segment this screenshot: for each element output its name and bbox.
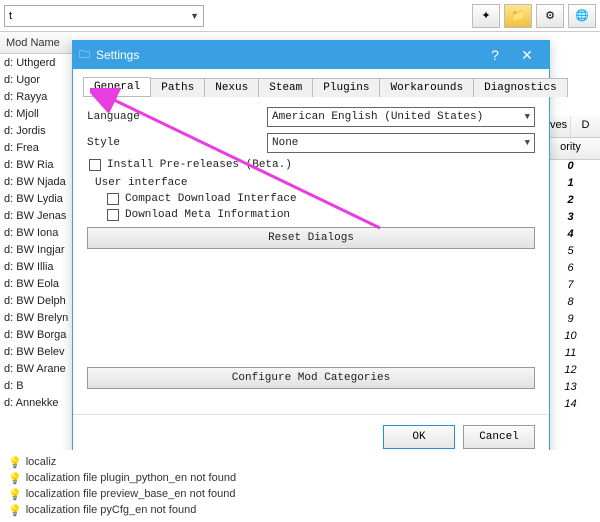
list-item[interactable]: d: BW Eola [0,275,74,292]
install-prerelease-label: Install Pre-releases (Beta.) [107,159,292,171]
list-item[interactable]: d: BW Arane [0,360,74,377]
list-item[interactable]: d: Mjoll [0,105,74,122]
mod-list: d: Uthgerd d: Ugor d: Rayya d: Mjoll d: … [0,54,74,411]
main-toolbar: t ▼ ✦ 📁 ⚙ 🌐 [0,0,600,32]
wand-icon: ✦ [481,9,490,22]
tab-steam[interactable]: Steam [258,78,313,97]
toolbar-wand-button[interactable]: ✦ [472,4,500,28]
close-icon: ✕ [521,47,533,64]
tab-nexus[interactable]: Nexus [204,78,259,97]
dialog-content: Language American English (United States… [73,97,549,414]
profile-combo-value: t [9,10,12,22]
language-label: Language [87,111,267,123]
toolbar-folder-button[interactable]: 📁 [504,4,532,28]
list-item[interactable]: d: BW Delph [0,292,74,309]
cancel-button[interactable]: Cancel [463,425,535,449]
list-item[interactable]: d: BW Belev [0,343,74,360]
tab-plugins[interactable]: Plugins [312,78,380,97]
compact-download-label: Compact Download Interface [125,193,297,205]
log-line: 💡localiz [8,454,592,470]
ok-button[interactable]: OK [383,425,455,449]
list-item[interactable]: d: Rayya [0,88,74,105]
user-interface-label: User interface [95,177,535,189]
log-line: 💡localization file preview_base_en not f… [8,486,592,502]
tab-bar: General Paths Nexus Steam Plugins Workar… [83,77,539,97]
gear-icon: ⚙ [545,9,555,22]
list-item[interactable]: d: BW Njada [0,173,74,190]
tab-diagnostics[interactable]: Diagnostics [473,78,568,97]
column-header-d[interactable]: D [570,116,600,137]
language-select[interactable]: American English (United States) ▼ [267,107,535,127]
list-item[interactable]: d: BW Ria [0,156,74,173]
bulb-icon: 💡 [8,472,22,485]
settings-dialog: 🗀 Settings ? ✕ General Paths Nexus Steam… [72,40,550,460]
list-item[interactable]: d: Frea [0,139,74,156]
folder-open-icon: 📁 [511,9,525,22]
log-line: 💡localization file pyCfg_en not found [8,502,592,518]
list-item[interactable]: d: BW Brelyn [0,309,74,326]
checkbox-icon [107,209,119,221]
column-header-label: Mod Name [6,37,60,49]
help-button[interactable]: ? [479,41,511,69]
list-item[interactable]: d: BW Iona [0,224,74,241]
install-prerelease-checkbox[interactable]: Install Pre-releases (Beta.) [87,159,535,171]
bulb-icon: 💡 [8,488,22,501]
log-line: 💡localization file plugin_python_en not … [8,470,592,486]
globe-icon: 🌐 [575,9,589,22]
chevron-down-icon: ▼ [190,11,199,21]
list-item[interactable]: d: BW Jenas [0,207,74,224]
folder-icon: 🗀 [79,46,90,65]
list-item[interactable]: d: Uthgerd [0,54,74,71]
list-item[interactable]: d: BW Ingjar [0,241,74,258]
help-icon: ? [491,47,499,63]
style-label: Style [87,137,267,149]
bulb-icon: 💡 [8,456,22,469]
dialog-titlebar[interactable]: 🗀 Settings ? ✕ [73,41,549,69]
style-value: None [272,137,298,149]
configure-categories-button[interactable]: Configure Mod Categories [87,367,535,389]
checkbox-icon [89,159,101,171]
close-button[interactable]: ✕ [511,41,543,69]
language-value: American English (United States) [272,111,483,123]
list-item[interactable]: d: Annekke [0,394,74,411]
tab-general[interactable]: General [83,77,151,96]
list-item[interactable]: d: B [0,377,74,394]
download-meta-checkbox[interactable]: Download Meta Information [105,209,535,221]
compact-download-checkbox[interactable]: Compact Download Interface [105,193,535,205]
profile-combo[interactable]: t ▼ [4,5,204,27]
tab-workarounds[interactable]: Workarounds [379,78,474,97]
list-item[interactable]: d: Jordis [0,122,74,139]
dialog-title: Settings [96,48,479,62]
toolbar-gear-button[interactable]: ⚙ [536,4,564,28]
bulb-icon: 💡 [8,504,22,517]
log-panel: 💡localiz 💡localization file plugin_pytho… [0,450,600,522]
list-item[interactable]: d: BW Lydia [0,190,74,207]
style-select[interactable]: None ▼ [267,133,535,153]
toolbar-globe-button[interactable]: 🌐 [568,4,596,28]
reset-dialogs-button[interactable]: Reset Dialogs [87,227,535,249]
list-item[interactable]: d: BW Borga [0,326,74,343]
chevron-down-icon: ▼ [525,112,530,122]
list-item[interactable]: d: BW Illia [0,258,74,275]
chevron-down-icon: ▼ [525,138,530,148]
download-meta-label: Download Meta Information [125,209,290,221]
column-header-mod-name[interactable]: Mod Name [0,32,72,54]
checkbox-icon [107,193,119,205]
tab-paths[interactable]: Paths [150,78,205,97]
list-item[interactable]: d: Ugor [0,71,74,88]
